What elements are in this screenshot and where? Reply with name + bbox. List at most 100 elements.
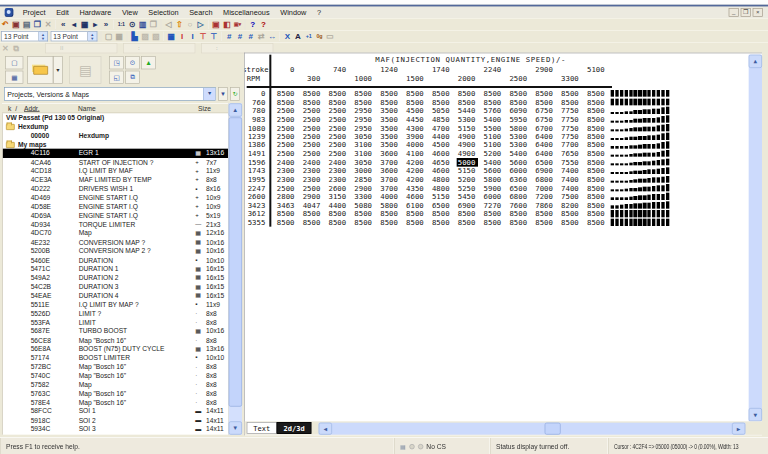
values-dec-icon[interactable]: # (235, 31, 246, 42)
map-cell[interactable]: 2500 (297, 184, 323, 193)
map-cell[interactable]: 5300 (452, 115, 478, 124)
map-cell[interactable]: 2900 (349, 184, 375, 193)
values-hex-icon[interactable]: # (224, 31, 235, 42)
map-cell[interactable]: 2500 (271, 141, 297, 150)
map-cell[interactable]: 7860 (530, 201, 556, 210)
projects-combo[interactable]: Projects, Versions & Maps ▼ (4, 87, 216, 100)
rows-spinner[interactable]: 13 Point ▲▼ (51, 31, 98, 41)
map-cell[interactable]: 2850 (349, 175, 375, 184)
map-cell[interactable]: 8500 (556, 89, 582, 98)
map-cell[interactable]: 6090 (504, 106, 530, 115)
tree-row-folder[interactable]: Hexdump (3, 122, 228, 131)
map-cell[interactable]: 8500 (375, 89, 401, 98)
map-cell[interactable]: 2400 (323, 158, 349, 167)
map-cell[interactable]: 5400 (478, 115, 504, 124)
map-cell[interactable]: 3500 (375, 132, 401, 141)
map-cell[interactable]: 3500 (375, 106, 401, 115)
tree-row-map[interactable]: 5471CDURATION 1▦16x15 (3, 265, 228, 274)
map-cell[interactable]: 6400 (530, 132, 556, 141)
map-cell[interactable]: 8500 (504, 89, 530, 98)
map-cell[interactable]: 2600 (323, 184, 349, 193)
menu-selection[interactable]: Selection (143, 8, 184, 16)
map-cell[interactable]: 8500 (349, 98, 375, 107)
map-cell[interactable]: 2300 (297, 167, 323, 176)
tree-row-project[interactable]: VW Passat (Pd 130 05 Original) (3, 113, 228, 122)
map-cell[interactable]: 4700 (426, 124, 452, 133)
map-cell[interactable]: 4800 (426, 175, 452, 184)
map-cell[interactable]: 6400 (530, 149, 556, 158)
tree-row-map[interactable]: 57582Map·8x8 (3, 380, 228, 389)
tree-row-map[interactable]: 54C2BDURATION 3▦16x15 (3, 282, 228, 291)
map-cell[interactable]: 2500 (323, 141, 349, 150)
map-cell[interactable]: 5800 (375, 201, 401, 210)
tree-row-map[interactable]: 5511EI.Q LIMIT BY MAP ?▪11x9 (3, 300, 228, 309)
copy-version-button[interactable]: ⧉ (125, 71, 140, 84)
map-cell[interactable]: 2500 (323, 124, 349, 133)
map-cell[interactable]: 5300 (504, 132, 530, 141)
compare-icon[interactable]: ▭ (325, 31, 336, 42)
map-cell[interactable]: 8500 (401, 210, 427, 219)
tree-row-map[interactable]: 54EAEDURATION 4▦16x15 (3, 291, 228, 300)
map-cell[interactable]: 4600 (401, 192, 427, 201)
menu-window[interactable]: Window (275, 8, 312, 16)
tree-row-map[interactable]: 57174BOOST LIMITER▪10x10 (3, 354, 228, 363)
map-cell[interactable]: 8500 (478, 210, 504, 219)
view-text-icon[interactable]: ▣ (211, 19, 222, 30)
swap-axes-icon[interactable]: ⇄ (256, 31, 267, 42)
menu-hardware[interactable]: Hardware (74, 8, 116, 16)
map-cell[interactable]: 4000 (375, 192, 401, 201)
map-cell[interactable]: 6400 (530, 141, 556, 150)
map-cell[interactable]: 8500 (375, 218, 401, 227)
tree-row-map[interactable]: 4CA46START OF INJECTION ?+7x7 (3, 158, 228, 167)
tree-row-map[interactable]: 5763CMap "Bosch 16"·8x8 (3, 389, 228, 398)
map-cell[interactable]: 5440 (452, 106, 478, 115)
map-cell[interactable]: 3100 (349, 149, 375, 158)
insert-col-icon[interactable]: ⊤ (198, 31, 209, 42)
insert-row-icon[interactable]: I (177, 31, 188, 42)
map-cell[interactable]: 4450 (401, 115, 427, 124)
tree-row-map[interactable]: 578E4Map "Bosch 16"·8x8 (3, 398, 228, 407)
map-cell[interactable]: 7700 (556, 141, 582, 150)
menu-miscellaneous[interactable]: Miscellaneous (218, 8, 275, 16)
map-cell[interactable]: 5100 (478, 132, 504, 141)
tree-row-map[interactable]: 4D69AENGINE START I.Q+5x19 (3, 211, 228, 220)
map-cell[interactable]: 2500 (271, 149, 297, 158)
open-project-dropdown[interactable]: ▼ (53, 56, 62, 84)
map-cell[interactable]: 6900 (452, 201, 478, 210)
combo-dropdown-icon[interactable]: ▼ (203, 88, 215, 100)
tree-row-map[interactable]: 5934CSOI 3▬14x11 (3, 425, 228, 434)
map-cell[interactable]: 2500 (297, 115, 323, 124)
print-icon[interactable]: ▤ (21, 19, 32, 30)
back-icon[interactable]: ◁ (163, 19, 174, 30)
map-cell[interactable]: 8500 (297, 210, 323, 219)
selection-all-icon[interactable]: ▦ (114, 31, 125, 42)
map-cell[interactable]: 8500 (530, 98, 556, 107)
map-cell[interactable]: 8500 (581, 218, 607, 227)
map-cell[interactable]: 5250 (452, 184, 478, 193)
map-cell[interactable]: 3150 (323, 192, 349, 201)
map-cell[interactable]: 7270 (478, 201, 504, 210)
map-cell[interactable]: 4600 (426, 149, 452, 158)
map-cell[interactable]: 2500 (323, 132, 349, 141)
map-cell[interactable]: 8500 (581, 158, 607, 167)
map-cell[interactable]: 2400 (297, 158, 323, 167)
map-cell[interactable]: 5900 (478, 184, 504, 193)
clone-window-icon[interactable]: ❐ (148, 19, 159, 30)
map-cell[interactable]: 8500 (323, 218, 349, 227)
tree-row-map[interactable]: 5460EDURATION▪10x10 (3, 256, 228, 265)
map-cell[interactable]: 2950 (349, 106, 375, 115)
tree-row-map[interactable]: 4C116EGR 1▦13x16 (3, 149, 228, 158)
map-cell[interactable]: 5800 (478, 175, 504, 184)
window-copy-icon[interactable]: ❐ (32, 19, 43, 30)
selection-frame-icon[interactable]: ▢ (103, 31, 114, 42)
tree-row-map[interactable]: 5526DLIMIT ?·8x8 (3, 309, 228, 318)
edit-axis-icon[interactable]: ▧ (151, 31, 162, 42)
grid-view-icon[interactable]: ▥ (137, 19, 148, 30)
scroll-up-icon[interactable]: ▲ (229, 103, 242, 116)
tree-row-folder[interactable]: My maps (3, 140, 228, 149)
map-cell[interactable]: 8500 (297, 89, 323, 98)
undo-icon[interactable]: ↶ (0, 19, 11, 30)
chart-preview-icon[interactable]: ▙ (129, 31, 140, 42)
map-cell[interactable]: 2500 (271, 115, 297, 124)
map-cell[interactable]: 5600 (478, 167, 504, 176)
